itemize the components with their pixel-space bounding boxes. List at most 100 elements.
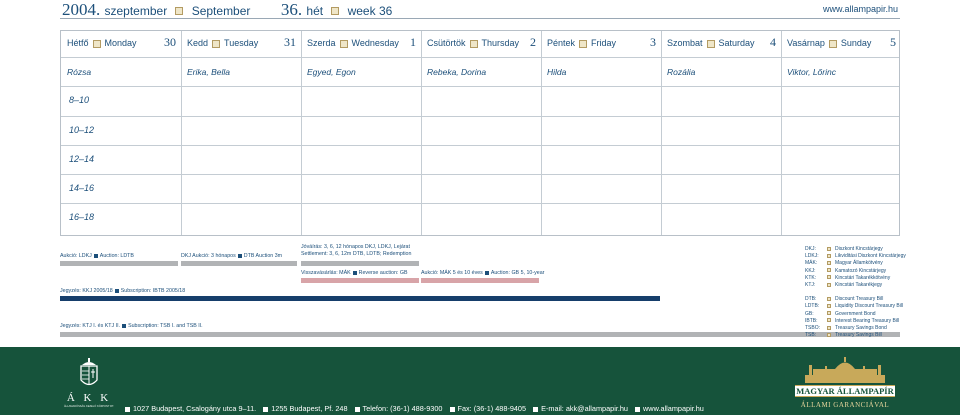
square-bullet-icon [484,270,489,275]
square-bullet-icon [339,39,348,48]
week-hu-label: hét [306,4,324,18]
event-monday-auction[interactable]: Aukció: LDKJ Auction: LDTB [60,253,134,260]
square-bullet-icon [827,311,831,316]
legend-row: KTK: Kincstári Takarékkötvény [805,275,906,282]
event-wednesday-settlement[interactable]: Jóváírás: 3, 6, 12 hónapos DKJ, LDKJ, Le… [301,244,411,258]
legend-spacer [805,289,906,296]
square-bullet-icon [352,270,357,275]
day-header-sunday[interactable]: Vasárnap Sunday 5 [781,35,901,55]
square-bullet-icon [827,325,831,330]
legend-value: Diszkont Kincstárjegy [835,246,883,252]
month-en-label: September [191,4,251,18]
square-bullet-icon [122,323,127,328]
square-bullet-icon [237,253,242,258]
row-divider [61,57,899,58]
event-text-en: Auction: GB 5, 10-year [490,270,545,276]
legend-value: Kincstári Takarékjegy [835,281,883,288]
legend-row: KKJ: Kamatozó Kincstárjegy [805,268,906,275]
column-divider [541,31,542,235]
day-number: 4 [770,35,776,49]
square-bullet-icon [114,288,119,293]
row-divider [61,86,899,87]
day-header-monday[interactable]: Hétfő Monday 30 [61,35,181,55]
square-bullet-icon [827,261,831,266]
legend-key: KTJ: [805,281,816,288]
square-bullet-icon [92,39,101,48]
legend-value: Interest Bearing Treasury Bill [835,317,900,324]
time-slot-label: 16–18 [69,212,95,222]
day-hu: Csütörtök [427,38,466,48]
akk-logo[interactable]: Á K K ÁLLAMADÓSSÁG KEZELŐ KÖZPONT RT. [60,358,118,410]
coat-of-arms-icon [80,358,98,386]
column-divider [661,31,662,235]
website-link[interactable]: www.allampapir.hu [823,4,898,14]
week-grid: Hétfő Monday 30 Kedd Tuesday 31 Szerda Wedn… [60,30,900,236]
legend-row: DKJ: Diszkont Kincstárjegy [805,246,906,253]
event-thursday-auction[interactable]: Aukció: MÁK 5 és 10 éves Auction: GB 5, 1… [421,270,544,277]
legend-value: Treasury Savings Bill [835,332,882,339]
footer-website-link[interactable]: www.allampapir.hu [643,404,704,413]
day-header-friday[interactable]: Péntek Friday 3 [541,35,661,55]
day-en: Sunday [840,38,872,48]
day-hu: Szerda [307,38,336,48]
event-text-hu: Aukció: MÁK 5 és 10 éves [421,270,483,276]
legend-key: KKJ: [805,267,816,274]
event-tuesday-auction[interactable]: DKJ Aukció: 3 hónapos DTB Auction 3m [181,253,282,260]
row-divider [61,116,899,117]
event-bar-subscription-1 [60,296,660,301]
square-bullet-icon [331,7,340,16]
day-header-thursday[interactable]: Csütörtök Thursday 2 [421,35,541,55]
event-bar-thursday [421,278,539,283]
day-number: 1 [410,35,416,49]
event-text-hu: Jóváírás: 3, 6, 12 hónapos DKJ, LDKJ, Le… [301,244,410,250]
event-bar-subscription-2 [60,332,900,337]
legend-row: MÁK: Magyar Államkötvény [805,260,906,267]
brand-plate: MAGYAR ÁLLAMPAPÍR [795,385,895,397]
square-bullet-icon [827,296,831,301]
square-bullet-icon [263,406,269,412]
header-title: 2004. szeptember September 36. hét week … [62,0,392,20]
week-en-label: week 36 [347,4,393,18]
email-link[interactable]: E-mail: akk@allampapir.hu [541,404,628,413]
day-en: Tuesday [224,38,259,48]
column-divider [781,31,782,235]
day-header-tuesday[interactable]: Kedd Tuesday 31 [181,35,301,55]
event-bar-monday [60,261,178,266]
legend-value: Government Bond [835,310,876,317]
column-divider [301,31,302,235]
day-hu: Vasárnap [787,38,825,48]
po-box-text: 1255 Budapest, Pf. 248 [271,404,348,413]
brand-subtitle: ÁLLAMI GARANCIÁVAL [800,401,890,409]
nameday-friday: Hilda [547,67,567,77]
day-en: Saturday [718,38,755,48]
square-bullet-icon [827,303,831,308]
nameday-sunday: Viktor, Lőrinc [787,67,836,77]
event-subscription-1[interactable]: Jegyzés: KKJ 2005/18 Subscription: IBTB 2… [60,288,185,295]
event-subscription-2[interactable]: Jegyzés: KTJ I. és KTJ II. Subscription: … [60,323,203,330]
phone-text: Telefon: (36-1) 488-9300 [362,404,443,413]
day-number: 30 [164,35,176,49]
time-slot-label: 14–16 [69,183,95,193]
nameday-thursday: Rebeka, Dorina [427,67,487,77]
event-text-en: Reverse auction: GB [358,270,408,276]
day-header-wednesday[interactable]: Szerda Wednesday 1 [301,35,421,55]
event-bar-wednesday-buyback [301,278,419,283]
day-header-saturday[interactable]: Szombat Saturday 4 [661,35,781,55]
legend-key: DKJ: [805,246,816,252]
legend-value: Liquidity Discount Treasury Bill [835,303,904,310]
header-divider [60,18,900,19]
legend-key: GB: [805,310,814,317]
legend-value: Treasury Savings Bond [835,324,887,331]
event-text-hu: Visszavásárlás: MÁK [301,270,351,276]
time-slot-label: 8–10 [69,95,90,105]
legend-key: TSBO: [805,324,821,331]
square-bullet-icon [93,253,98,258]
legend-row: KTJ: Kincstári Takarékjegy [805,282,906,289]
event-wednesday-buyback[interactable]: Visszavásárlás: MÁK Reverse auction: GB [301,270,408,277]
magyar-allampapir-logo[interactable]: MAGYAR ÁLLAMPAPÍR ÁLLAMI GARANCIÁVAL [795,357,895,413]
square-bullet-icon [827,253,831,258]
square-bullet-icon [175,7,184,16]
square-bullet-icon [706,39,715,48]
square-bullet-icon [827,275,831,280]
legend-row: LDTB: Liquidity Discount Treasury Bill [805,303,906,310]
